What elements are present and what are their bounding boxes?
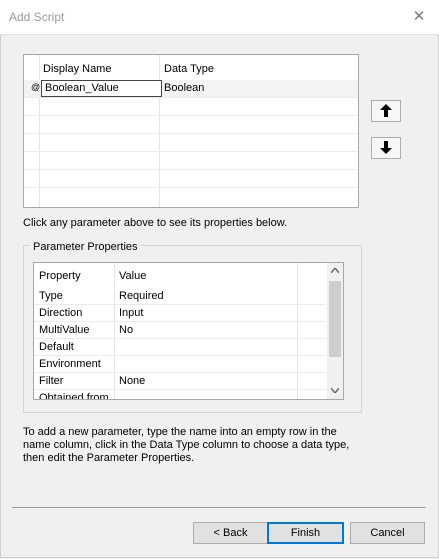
column-header-property: Property: [39, 270, 81, 282]
property-row[interactable]: Type Required: [34, 288, 326, 305]
property-name: Environment: [39, 358, 101, 370]
separator: [12, 507, 426, 508]
property-value[interactable]: Required: [119, 290, 164, 302]
property-row[interactable]: Obtained from: [34, 390, 326, 400]
property-row[interactable]: Environment: [34, 356, 326, 373]
parameter-row[interactable]: @ Boolean_Value Boolean: [24, 80, 358, 98]
row-selector-marker: @: [31, 82, 41, 92]
property-row[interactable]: MultiValue No: [34, 322, 326, 339]
data-type-cell[interactable]: Boolean: [164, 81, 204, 96]
scroll-up-icon[interactable]: [327, 263, 343, 279]
property-value[interactable]: Input: [119, 307, 143, 319]
hint-text: Click any parameter above to see its pro…: [23, 217, 288, 229]
arrow-up-icon: [380, 104, 392, 117]
property-name: MultiValue: [39, 324, 90, 336]
close-icon[interactable]: ✕: [409, 7, 429, 27]
property-row[interactable]: Default: [34, 339, 326, 356]
column-header-display-name[interactable]: Display Name: [43, 63, 111, 75]
scroll-thumb[interactable]: [329, 281, 341, 357]
property-name: Filter: [39, 375, 64, 387]
window-title: Add Script: [9, 10, 65, 24]
property-name: Direction: [39, 307, 83, 319]
property-value[interactable]: No: [119, 324, 133, 336]
move-down-button[interactable]: [371, 137, 401, 159]
properties-grid: Property Value Type Required Direction I…: [33, 262, 344, 400]
arrow-down-icon: [380, 141, 392, 154]
empty-row[interactable]: [24, 134, 358, 152]
move-up-button[interactable]: [371, 100, 401, 122]
property-row[interactable]: Direction Input: [34, 305, 326, 322]
property-row[interactable]: Filter None: [34, 373, 326, 390]
properties-header: Property Value: [34, 263, 326, 287]
parameters-grid: Display Name Data Type @ Boolean_Value B…: [23, 54, 359, 208]
property-name: Obtained from: [39, 392, 109, 400]
group-title: Parameter Properties: [30, 241, 141, 253]
column-header-value: Value: [119, 270, 147, 282]
vertical-scrollbar[interactable]: [327, 263, 343, 399]
finish-button[interactable]: Finish: [267, 522, 344, 544]
chevron-up-icon: [330, 266, 340, 274]
display-name-input[interactable]: Boolean_Value: [41, 80, 162, 97]
property-value[interactable]: None: [119, 375, 145, 387]
empty-row[interactable]: [24, 170, 358, 188]
scroll-down-icon[interactable]: [327, 383, 343, 399]
property-name: Default: [39, 341, 74, 353]
back-button[interactable]: < Back: [193, 522, 268, 544]
grid-header: Display Name Data Type: [24, 55, 358, 81]
title-bar: Add Script ✕: [0, 0, 439, 35]
empty-row[interactable]: [24, 152, 358, 170]
cancel-button[interactable]: Cancel: [350, 522, 425, 544]
column-header-data-type[interactable]: Data Type: [164, 63, 214, 75]
empty-row[interactable]: [24, 116, 358, 134]
chevron-down-icon: [330, 387, 340, 395]
property-name: Type: [39, 290, 63, 302]
empty-row[interactable]: [24, 98, 358, 116]
instructions-text: To add a new parameter, type the name in…: [23, 426, 350, 464]
